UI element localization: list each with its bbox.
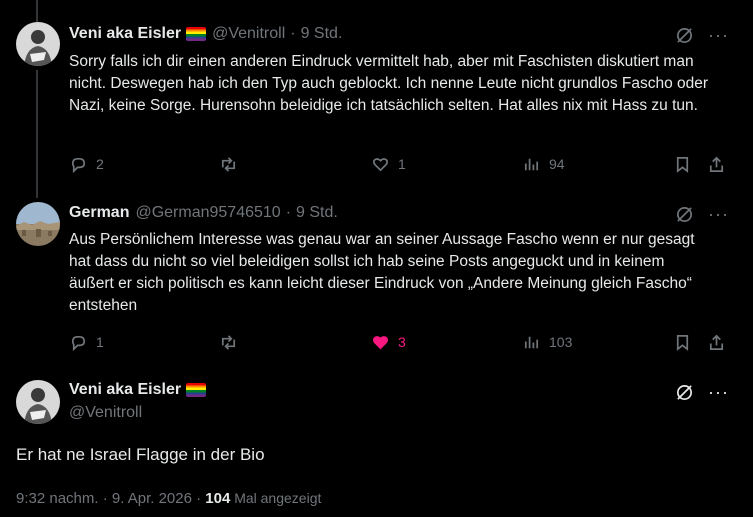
retweet-icon	[221, 334, 236, 350]
bookmark-icon	[676, 334, 689, 351]
avatar[interactable]	[16, 202, 60, 246]
main-tweet-text: Er hat ne Israel Flagge in der Bio	[16, 445, 265, 464]
more-options-icon[interactable]: ···	[708, 382, 729, 403]
separator-dot: ·	[290, 25, 296, 42]
tweet-actions: 2 1 94	[69, 154, 729, 174]
share-icon	[709, 334, 724, 350]
retweet-icon	[221, 156, 236, 172]
tweet-meta: 9:32 nachm. · 9. Apr. 2026 · 104 Mal ang…	[16, 490, 321, 507]
views-count: 103	[549, 334, 573, 350]
separator-dot: ·	[285, 204, 292, 221]
more-options-icon[interactable]: ···	[708, 204, 729, 225]
views-icon	[524, 336, 539, 348]
retweet-button[interactable]	[219, 155, 238, 174]
tweet-time[interactable]: 9 Std.	[301, 25, 343, 43]
heart-filled-icon	[372, 335, 389, 349]
heart-icon	[372, 157, 389, 171]
tweet-text: Aus Persönlichem Interesse was genau war…	[69, 231, 695, 314]
share-icon	[709, 156, 724, 172]
tweet-header: German @German95746510 · 9 Std.	[69, 204, 338, 222]
tweet-top-icons: ···	[675, 204, 729, 225]
timestamp[interactable]: 9:32 nachm. · 9. Apr. 2026 ·	[16, 490, 205, 507]
avatar[interactable]	[16, 380, 60, 424]
like-button[interactable]: 1	[371, 155, 406, 174]
views-button[interactable]: 94	[522, 155, 565, 174]
reply-count: 2	[96, 156, 104, 172]
share-button[interactable]	[707, 155, 726, 174]
tweet-actions: 1 3 103	[69, 332, 729, 352]
like-count: 3	[398, 334, 406, 350]
views-count: 94	[549, 156, 565, 172]
share-button[interactable]	[707, 333, 726, 352]
bookmark-button[interactable]	[673, 155, 692, 174]
tweet-top-icons: ···	[675, 25, 729, 46]
user-handle[interactable]: @Venitroll	[69, 404, 142, 422]
bookmark-button[interactable]	[673, 333, 692, 352]
tweet-text: Sorry falls ich dir einen anderen Eindru…	[69, 53, 709, 114]
reply-icon	[71, 335, 86, 351]
tweet-top-icons: ···	[675, 382, 729, 403]
grok-icon[interactable]	[675, 205, 694, 224]
views-count: 104	[205, 490, 231, 507]
like-button[interactable]: 3	[371, 333, 406, 352]
display-name[interactable]: Veni aka Eisler	[69, 381, 181, 399]
retweet-button[interactable]	[219, 333, 238, 352]
user-handle[interactable]: @Venitroll	[212, 25, 285, 43]
main-tweet-header: Veni aka Eisler	[69, 381, 207, 399]
user-handle[interactable]: @German95746510	[135, 204, 280, 222]
thread-line	[36, 70, 38, 198]
tweet-header: Veni aka Eisler @Venitroll · 9 Std.	[69, 25, 342, 43]
reply-button[interactable]: 2	[69, 155, 104, 174]
grok-icon[interactable]	[675, 383, 694, 402]
display-name[interactable]: Veni aka Eisler	[69, 25, 181, 43]
avatar[interactable]	[16, 22, 60, 66]
like-count: 1	[398, 156, 406, 172]
grok-icon[interactable]	[675, 26, 694, 45]
reply-icon	[71, 157, 86, 173]
thread-line	[36, 0, 38, 22]
views-icon	[524, 158, 539, 170]
reply-count: 1	[96, 334, 104, 350]
tweet-time[interactable]: 9 Std.	[296, 204, 338, 222]
display-name[interactable]: German	[69, 204, 129, 222]
rainbow-flag-icon	[186, 383, 207, 397]
reply-button[interactable]: 1	[69, 333, 104, 352]
views-label: Mal angezeigt	[230, 490, 322, 506]
views-button[interactable]: 103	[522, 333, 572, 352]
rainbow-flag-icon	[186, 27, 207, 41]
more-options-icon[interactable]: ···	[708, 25, 729, 46]
bookmark-icon	[676, 156, 689, 173]
